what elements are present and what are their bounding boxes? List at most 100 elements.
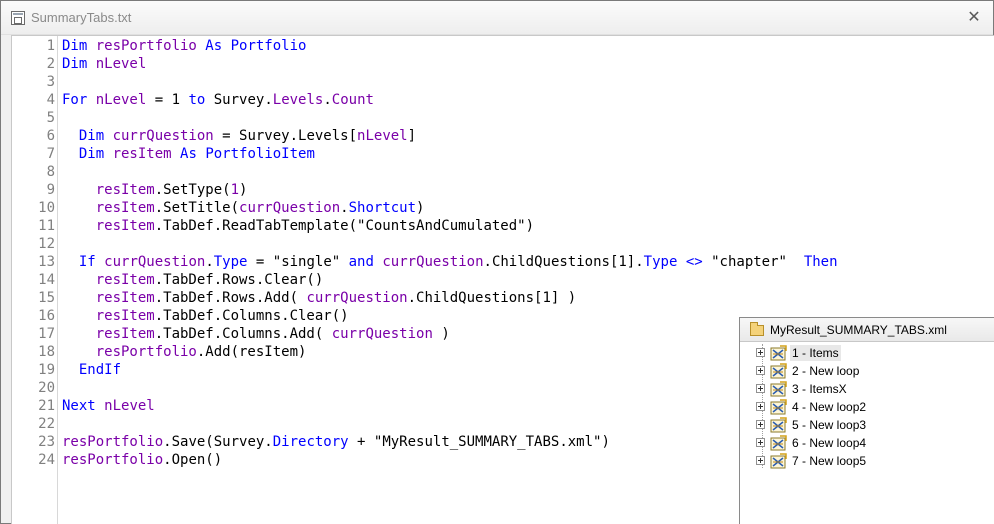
code-token: to: [188, 92, 214, 108]
code-token: resItem: [112, 146, 181, 162]
code-token: .Save(Survey.: [163, 434, 273, 450]
code-line[interactable]: EndIf: [62, 361, 121, 379]
code-token: .: [205, 254, 214, 270]
code-token: Type: [213, 254, 248, 270]
line-number: 11: [38, 218, 55, 234]
code-token: "CountsAndCumulated": [357, 218, 526, 234]
expand-icon[interactable]: [756, 402, 765, 411]
code-token: Then: [786, 254, 838, 270]
expand-icon[interactable]: [756, 438, 765, 447]
code-line[interactable]: resItem.TabDef.ReadTabTemplate("CountsAn…: [62, 217, 534, 235]
code-token: Dim: [62, 38, 96, 54]
line-number: 7: [46, 146, 55, 162]
line-number: 1: [46, 38, 55, 54]
line-number: 2: [46, 56, 55, 72]
close-button[interactable]: ✕: [963, 7, 985, 27]
code-token: resItem: [62, 182, 155, 198]
tree-item[interactable]: 2 - New loop: [756, 362, 986, 380]
expand-icon[interactable]: [756, 366, 765, 375]
expand-icon[interactable]: [756, 348, 765, 357]
code-line[interactable]: resItem.TabDef.Columns.Clear(): [62, 307, 349, 325]
code-token: resItem: [62, 218, 155, 234]
code-token: ): [601, 434, 610, 450]
line-number: 8: [46, 164, 55, 180]
code-token: and: [340, 254, 383, 270]
tree-item[interactable]: 3 - ItemsX: [756, 380, 986, 398]
expand-icon[interactable]: [756, 384, 765, 393]
code-token: .TabDef.Rows.Clear(): [154, 272, 324, 288]
code-token: =: [146, 92, 172, 108]
code-token: .SetType(: [154, 182, 231, 198]
code-token: currQuestion: [112, 128, 214, 144]
expand-icon[interactable]: [756, 420, 765, 429]
line-number: 3: [46, 74, 55, 90]
code-token: nLevel: [104, 398, 155, 414]
code-token: 1: [230, 182, 240, 198]
line-number: 4: [46, 92, 55, 108]
table-item-icon: [770, 435, 788, 451]
code-token: ): [432, 326, 450, 342]
code-token: .ChildQuestions[1].: [483, 254, 644, 270]
expand-icon[interactable]: [756, 456, 765, 465]
code-token: .ChildQuestions[1] ): [407, 290, 577, 306]
table-item-icon: [770, 417, 788, 433]
result-tree[interactable]: 1 - Items 2 - New loop 3 - ItemsX 4 - New l…: [740, 344, 994, 524]
line-number: 14: [38, 272, 55, 288]
code-line[interactable]: resItem.TabDef.Rows.Clear(): [62, 271, 324, 289]
line-number: 6: [46, 128, 55, 144]
code-line[interactable]: Dim resPortfolio As Portfolio: [62, 37, 306, 55]
panel-header[interactable]: MyResult_SUMMARY_TABS.xml: [740, 318, 994, 342]
code-token: As: [205, 38, 231, 54]
tree-item[interactable]: 4 - New loop2: [756, 398, 986, 416]
title-bar[interactable]: SummaryTabs.txt ✕: [1, 1, 993, 35]
code-line[interactable]: resPortfolio.Save(Survey.Directory + "My…: [62, 433, 610, 451]
code-token: .Open(): [163, 452, 223, 468]
code-line[interactable]: Dim nLevel: [62, 55, 146, 73]
code-token: "chapter": [711, 254, 787, 270]
code-token: =: [247, 254, 273, 270]
code-token: resItem: [62, 290, 155, 306]
code-token: If: [62, 254, 105, 270]
tree-item-label: 4 - New loop2: [792, 400, 867, 414]
code-token: .SetTitle(: [154, 200, 240, 216]
line-number: 23: [38, 434, 55, 450]
tree-item-label: 5 - New loop3: [792, 418, 867, 432]
code-line[interactable]: resItem.SetType(1): [62, 181, 248, 199]
table-item-icon: [770, 399, 788, 415]
line-number: 21: [38, 398, 55, 414]
document-icon: [11, 11, 25, 25]
code-line[interactable]: resItem.SetTitle(currQuestion.Shortcut): [62, 199, 425, 217]
tree-item[interactable]: 6 - New loop4: [756, 434, 986, 452]
code-token: "single": [272, 254, 341, 270]
code-token: <>: [677, 254, 712, 270]
code-token: 1: [171, 92, 189, 108]
folder-icon: [750, 322, 764, 336]
code-line[interactable]: For nLevel = 1 to Survey.Levels.Count: [62, 91, 374, 109]
table-item-icon: [770, 381, 788, 397]
code-line[interactable]: resItem.TabDef.Columns.Add( currQuestion…: [62, 325, 450, 343]
code-token: ]: [407, 128, 417, 144]
code-token: ): [239, 182, 248, 198]
tree-item[interactable]: 7 - New loop5: [756, 452, 986, 470]
code-line[interactable]: Dim currQuestion = Survey.Levels[nLevel]: [62, 127, 416, 145]
tree-item[interactable]: 5 - New loop3: [756, 416, 986, 434]
tree-item-label: 2 - New loop: [792, 364, 860, 378]
code-token: resPortfolio: [62, 434, 164, 450]
line-number: 19: [38, 362, 55, 378]
code-line[interactable]: If currQuestion.Type = "single" and curr…: [62, 253, 838, 271]
code-token: nLevel: [357, 128, 408, 144]
panel-title: MyResult_SUMMARY_TABS.xml: [770, 323, 947, 337]
code-line[interactable]: resPortfolio.Open(): [62, 451, 222, 469]
code-token: currQuestion: [239, 200, 341, 216]
tree-item[interactable]: 1 - Items: [756, 344, 986, 362]
code-token: Dim: [62, 56, 96, 72]
code-token: nLevel: [95, 92, 147, 108]
code-line[interactable]: Next nLevel: [62, 397, 155, 415]
code-line[interactable]: resItem.TabDef.Rows.Add( currQuestion.Ch…: [62, 289, 576, 307]
code-line[interactable]: resPortfolio.Add(resItem): [62, 343, 307, 361]
line-number: 17: [38, 326, 55, 342]
code-token: Next: [62, 398, 105, 414]
code-token: currQuestion: [306, 290, 408, 306]
line-number-gutter: 1 2 3 4 5 6 7 8 9 10 11 12 13 14 15 16 17 18 19 20 21 22 23 24: [12, 36, 58, 524]
code-line[interactable]: Dim resItem As PortfolioItem: [62, 145, 315, 163]
